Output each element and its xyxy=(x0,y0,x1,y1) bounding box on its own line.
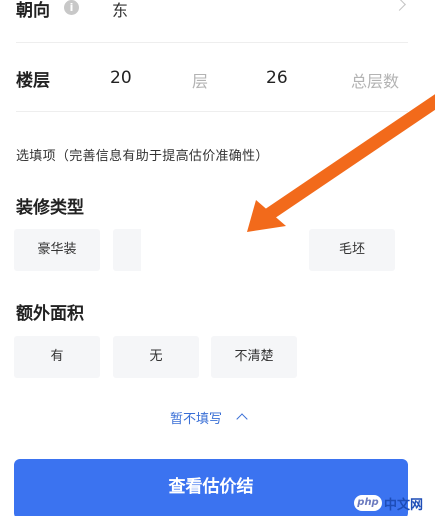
orientation-label: 朝向 xyxy=(16,1,50,21)
info-icon[interactable]: i xyxy=(64,0,79,15)
skip-optional-link[interactable]: 暂不填写 xyxy=(170,408,222,427)
floor-total-input[interactable]: 26 xyxy=(266,68,288,88)
floor-label: 楼层 xyxy=(16,71,50,91)
floor-row: 楼层 20 层 26 总层数 xyxy=(0,62,435,98)
valuation-form: 朝向 i 东 楼层 20 层 26 总层数 选填项（完善信息有助于提高估价准确性… xyxy=(0,0,435,516)
chevron-right-icon xyxy=(393,0,406,11)
decoration-title: 装修类型 xyxy=(16,198,84,218)
floor-total-unit: 总层数 xyxy=(351,72,400,91)
extra-area-option-unsure[interactable]: 不清楚 xyxy=(211,336,297,378)
extra-area-option-no[interactable]: 无 xyxy=(113,336,199,378)
orientation-row[interactable]: 朝向 i 东 xyxy=(0,0,435,42)
optional-hint: 选填项（完善信息有助于提高估价准确性） xyxy=(16,149,269,164)
floor-current-input[interactable]: 20 xyxy=(110,68,132,88)
chevron-up-icon[interactable] xyxy=(236,413,248,425)
watermark-text: 中文网 xyxy=(384,498,424,513)
extra-area-title: 额外面积 xyxy=(16,304,84,324)
floor-current-unit: 层 xyxy=(192,72,209,91)
divider xyxy=(16,111,408,112)
divider xyxy=(16,42,408,43)
extra-area-option-yes[interactable]: 有 xyxy=(14,336,100,378)
decoration-option-luxury[interactable]: 豪华装 xyxy=(14,229,100,271)
view-valuation-button[interactable]: 查看估价结 xyxy=(14,459,408,516)
watermark-badge: php xyxy=(354,495,382,511)
decoration-option-rough[interactable]: 毛坯 xyxy=(309,229,395,271)
redaction-patch xyxy=(141,228,306,276)
orientation-value: 东 xyxy=(112,1,129,20)
